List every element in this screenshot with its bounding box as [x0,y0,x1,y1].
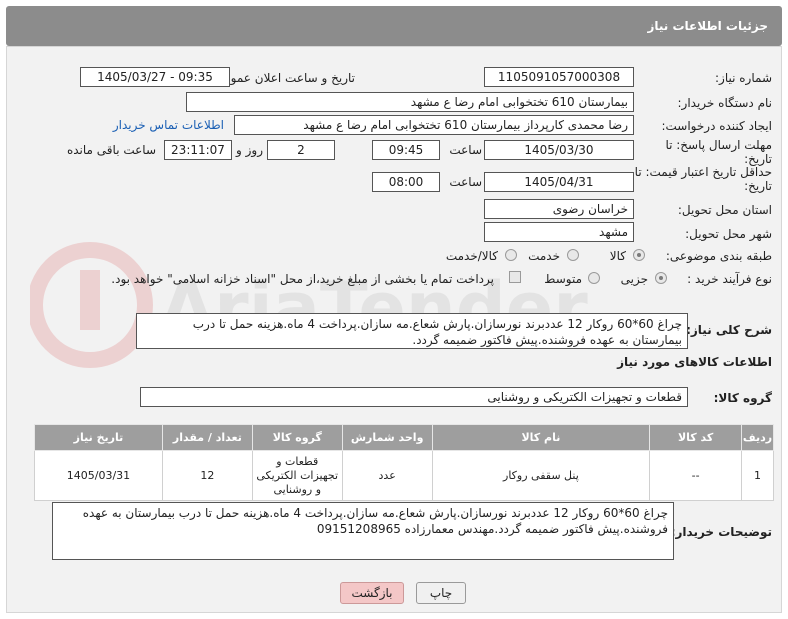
need-number-value: 1105091057000308 [484,67,634,87]
days-remaining: 2 [267,140,335,160]
validity-time: 08:00 [372,172,440,192]
buyer-org-label: نام دستگاه خریدار: [677,96,773,110]
col-group: گروه کالا [251,424,343,451]
announce-label: تاریخ و ساعت اعلان عمومی: [210,71,355,85]
deadline-time: 09:45 [372,140,440,160]
creator-value: رضا محمدی کارپرداز بیمارستان 610 تختخواب… [234,115,634,135]
print-button[interactable]: چاپ [416,582,466,604]
cell-name: پنل سقفی روکار [431,450,651,501]
goods-table: ردیف کد کالا نام کالا واحد شمارش گروه کا… [34,424,774,501]
col-name: نام کالا [431,424,651,451]
validity-label: حداقل تاریخ اعتبار قیمت: تا تاریخ: [634,165,772,193]
creator-label: ایجاد کننده درخواست: [661,119,772,133]
cell-date: 1405/03/31 [34,450,163,501]
page-title: جزئیات اطلاعات نیاز [647,19,768,33]
category-goods-service-label: کالا/خدمت [445,249,498,263]
buyer-notes-text: چراغ 60*60 روکار 12 عددبرند نورسازان.پار… [82,506,668,536]
process-medium-label: متوسط [544,272,582,286]
announce-value: 1405/03/27 - 09:35 [80,67,230,87]
process-type-label: نوع فرآیند خرید : [687,272,772,286]
cell-group: قطعات و تجهیزات الکتریکی و روشنایی [251,450,343,501]
col-quantity: تعداد / مقدار [161,424,253,451]
buyer-notes-textarea[interactable]: چراغ 60*60 روکار 12 عددبرند نورسازان.پار… [52,502,674,560]
need-number-label: شماره نیاز: [715,71,772,85]
buyer-org-value: بیمارستان 610 تختخوابی امام رضا ع مشهد [186,92,634,112]
treasury-payment-checkbox[interactable] [509,271,521,283]
province-label: استان محل تحویل: [677,203,772,217]
treasury-payment-note: پرداخت تمام یا بخشی از مبلغ خرید،از محل … [111,272,494,286]
description-textarea[interactable]: چراغ 60*60 روکار 12 عددبرند نورسازان.پار… [136,313,688,349]
process-minor-label: جزیی [620,272,648,286]
goods-group-value: قطعات و تجهیزات الکتریکی و روشنایی [140,387,688,407]
category-goods-label: کالا [609,249,626,263]
back-button[interactable]: بازگشت [340,582,404,604]
description-label: شرح کلی نیاز: [686,323,772,337]
cell-unit: عدد [341,450,433,501]
col-date: تاریخ نیاز [34,424,163,451]
validity-time-label: ساعت [449,175,482,189]
goods-group-label: گروه کالا: [713,391,772,405]
category-service-label: خدمت [528,249,560,263]
goods-table-header: ردیف کد کالا نام کالا واحد شمارش گروه کا… [34,424,774,451]
table-row: 1 -- پنل سقفی روکار عدد قطعات و تجهیزات … [34,450,774,501]
col-code: کد کالا [649,424,743,451]
validity-date: 1405/04/31 [484,172,634,192]
page-header: جزئیات اطلاعات نیاز [6,6,782,46]
cell-row: 1 [741,450,774,501]
goods-section-title: اطلاعات کالاهای مورد نیاز [617,355,772,369]
category-goods-radio[interactable] [633,249,645,261]
process-minor-radio[interactable] [655,272,667,284]
buyer-contact-link[interactable]: اطلاعات تماس خریدار [113,118,224,132]
deadline-time-label: ساعت [449,143,482,157]
col-row: ردیف [741,424,774,451]
category-goods-service-radio[interactable] [505,249,517,261]
buyer-notes-label: توضیحات خریدار: [670,525,772,539]
category-service-radio[interactable] [567,249,579,261]
cell-code: -- [649,450,743,501]
col-unit: واحد شمارش [341,424,433,451]
deadline-date: 1405/03/30 [484,140,634,160]
province-value: خراسان رضوی [484,199,634,219]
description-text: چراغ 60*60 روکار 12 عددبرند نورسازان.پار… [192,317,682,347]
deadline-label: مهلت ارسال پاسخ: تا تاریخ: [665,138,772,166]
cell-quantity: 12 [161,450,253,501]
city-value: مشهد [484,222,634,242]
city-label: شهر محل تحویل: [685,227,772,241]
process-medium-radio[interactable] [588,272,600,284]
category-label: طبقه بندی موضوعی: [665,249,772,263]
remaining-time-label: ساعت باقی مانده [66,143,156,157]
days-label: روز و [236,143,263,157]
remaining-time: 23:11:07 [164,140,232,160]
